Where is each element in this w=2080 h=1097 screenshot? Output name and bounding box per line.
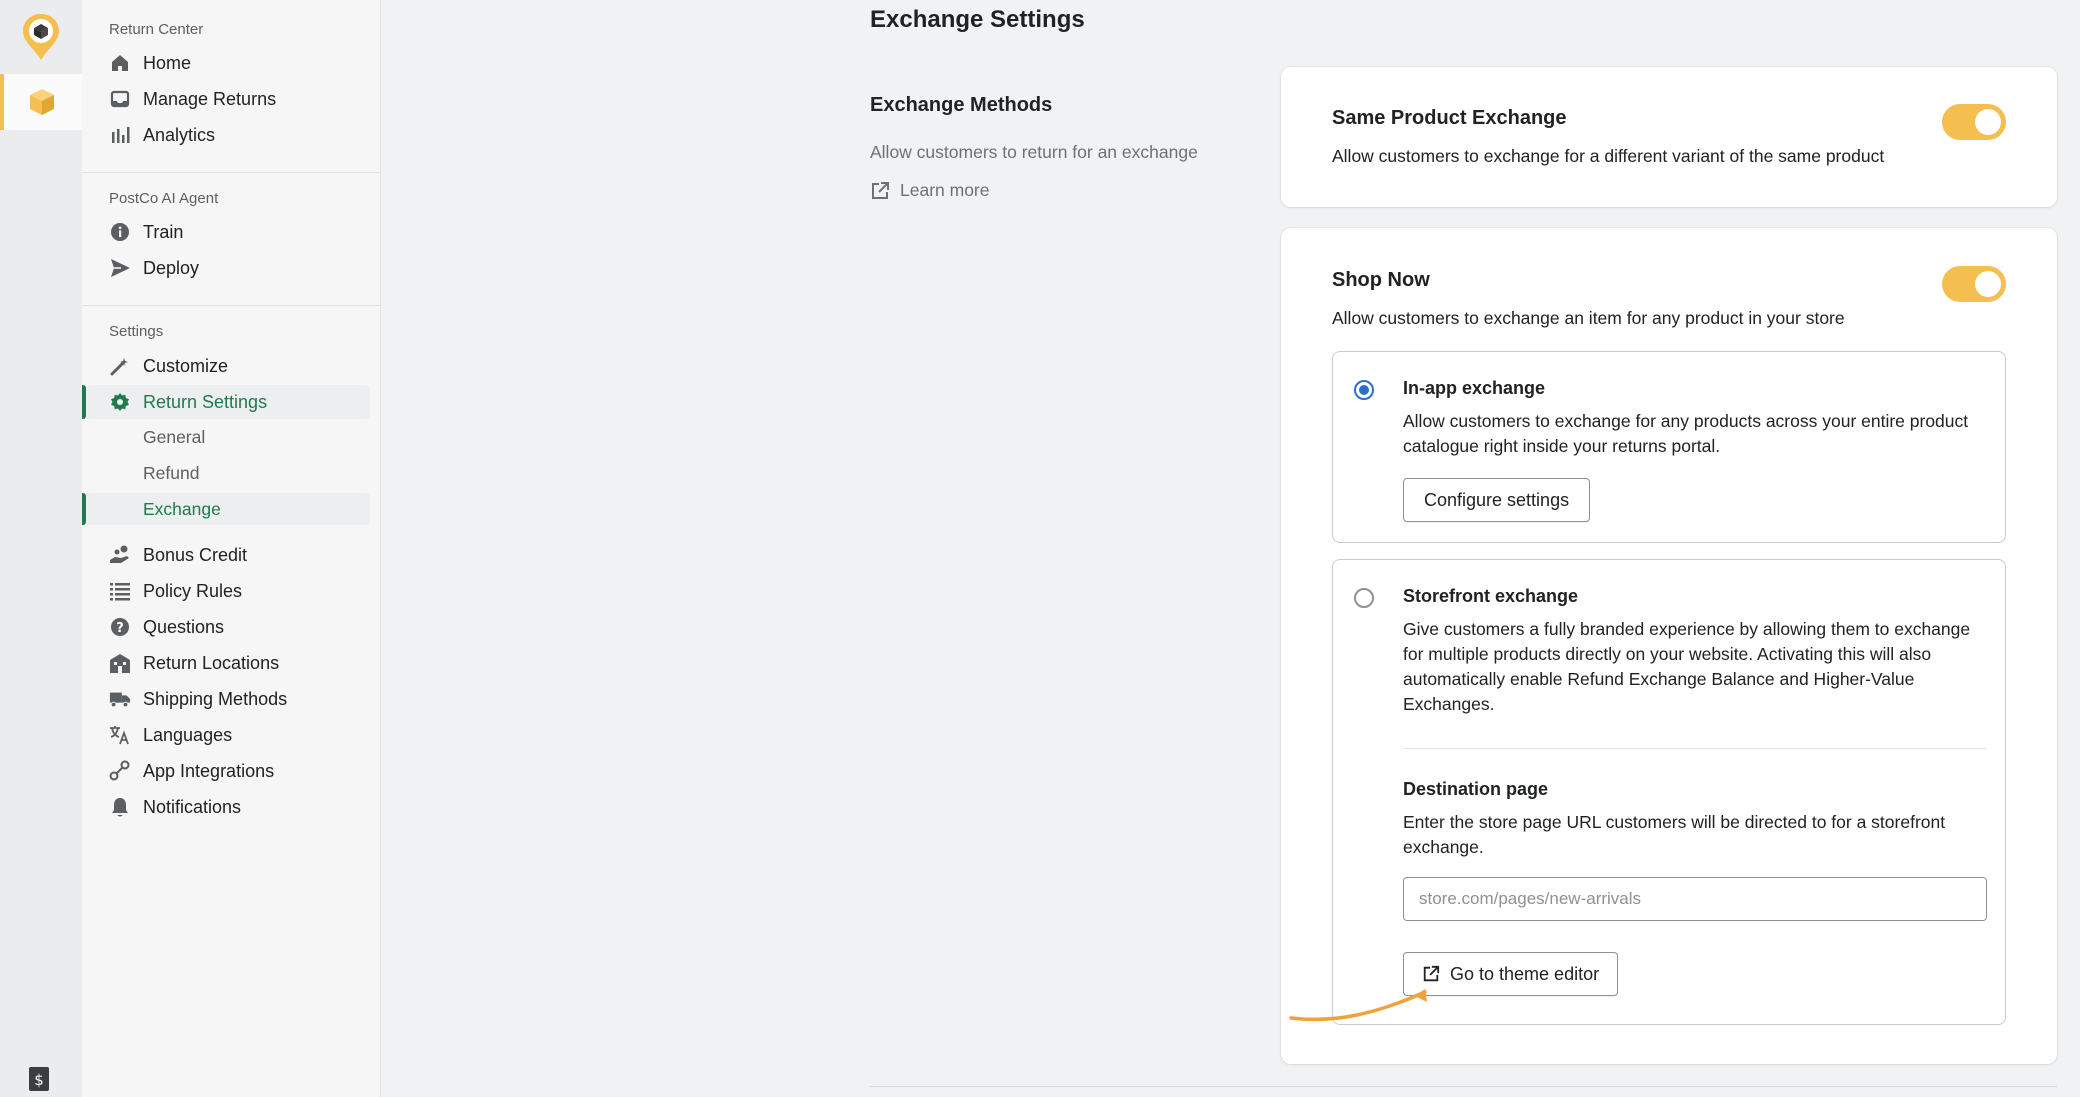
shop-now-toggle[interactable] xyxy=(1942,266,2006,302)
sidebar-subitem-refund[interactable]: Refund xyxy=(86,457,370,489)
sidebar-item-label: Policy Rules xyxy=(143,580,243,601)
sidebar: Return Center Home Manage Returns Analyt… xyxy=(82,0,381,1097)
coins-icon xyxy=(109,544,131,566)
external-link-icon xyxy=(1423,965,1440,982)
same-product-toggle[interactable] xyxy=(1942,104,2006,140)
sidebar-subitem-general[interactable]: General xyxy=(86,421,370,453)
bar-chart-icon xyxy=(109,124,131,146)
section-heading: Exchange Methods xyxy=(870,94,1053,116)
sidebar-item-questions[interactable]: ? Questions xyxy=(82,610,380,644)
sidebar-item-label: Shipping Methods xyxy=(143,688,288,709)
info-icon xyxy=(109,221,131,243)
sidebar-item-train[interactable]: Train xyxy=(82,215,380,249)
section-title-return-center: Return Center xyxy=(109,21,204,38)
go-to-theme-editor-button[interactable]: Go to theme editor xyxy=(1403,952,1619,996)
card-description: Allow customers to exchange an item for … xyxy=(1332,308,1845,328)
sidebar-item-languages[interactable]: Languages xyxy=(82,718,380,752)
sidebar-item-label: Bonus Credit xyxy=(143,544,248,565)
rail-item-returns[interactable] xyxy=(0,74,82,130)
sidebar-item-label: Languages xyxy=(143,724,233,745)
sidebar-item-label: Manage Returns xyxy=(143,88,277,109)
section-title-settings: Settings xyxy=(109,323,164,340)
svg-text:$: $ xyxy=(34,1071,44,1089)
sidebar-item-label: Train xyxy=(143,221,184,242)
sidebar-item-app-integrations[interactable]: App Integrations xyxy=(82,754,380,788)
sidebar-item-manage-returns[interactable]: Manage Returns xyxy=(82,82,380,116)
inbox-icon xyxy=(109,88,131,110)
same-product-exchange-card: Same Product Exchange Allow customers to… xyxy=(1281,67,2057,207)
section-description: Allow customers to return for an exchang… xyxy=(870,142,1198,162)
building-icon xyxy=(109,652,131,674)
sidebar-item-home[interactable]: Home xyxy=(82,46,380,80)
box-icon xyxy=(30,89,54,115)
option-description: Allow customers to exchange for any prod… xyxy=(1403,411,1969,456)
page-divider xyxy=(870,1086,2057,1087)
sidebar-subitem-exchange[interactable]: Exchange xyxy=(86,493,370,525)
option-divider xyxy=(1403,748,1987,749)
destination-url-input[interactable] xyxy=(1403,877,1987,921)
sidebar-item-notifications[interactable]: Notifications xyxy=(82,790,380,824)
sidebar-item-customize[interactable]: Customize xyxy=(82,349,380,383)
destination-page-description: Enter the store page URL customers will … xyxy=(1403,812,1946,857)
sidebar-divider xyxy=(82,305,380,306)
home-icon xyxy=(109,52,131,74)
question-icon: ? xyxy=(109,616,131,638)
svg-text:?: ? xyxy=(116,621,124,636)
card-description: Allow customers to exchange for a differ… xyxy=(1332,146,1885,166)
annotation-arrow-icon xyxy=(1289,989,1427,1022)
storefront-exchange-radio[interactable] xyxy=(1354,588,1374,608)
in-app-exchange-radio[interactable] xyxy=(1354,380,1374,400)
shop-now-card: Shop Now Allow customers to exchange an … xyxy=(1281,228,2057,1064)
send-icon xyxy=(109,257,131,279)
sidebar-item-return-settings[interactable]: Return Settings xyxy=(86,385,370,419)
section-title-ai-agent: PostCo AI Agent xyxy=(109,190,219,207)
sidebar-divider xyxy=(82,172,380,173)
configure-settings-button[interactable]: Configure settings xyxy=(1403,478,1591,522)
sidebar-item-return-locations[interactable]: Return Locations xyxy=(82,646,380,680)
sidebar-item-label: Home xyxy=(143,52,192,73)
gear-icon xyxy=(109,391,131,413)
translate-icon xyxy=(109,724,131,746)
sidebar-item-shipping-methods[interactable]: Shipping Methods xyxy=(82,682,380,716)
bell-icon xyxy=(109,796,131,818)
magic-wand-icon xyxy=(109,355,131,377)
integration-icon xyxy=(109,760,131,782)
sidebar-item-label: App Integrations xyxy=(143,760,275,781)
destination-page-title: Destination page xyxy=(1403,779,1549,799)
billing-icon[interactable]: $ xyxy=(28,1066,54,1094)
option-description: Give customers a fully branded experienc… xyxy=(1403,619,1971,714)
sidebar-item-label: Deploy xyxy=(143,257,200,278)
sidebar-item-label: Notifications xyxy=(143,796,242,817)
sidebar-item-label: Customize xyxy=(143,355,229,376)
option-title: Storefront exchange xyxy=(1403,586,1579,606)
list-icon xyxy=(109,580,131,602)
card-title: Shop Now xyxy=(1332,269,1430,291)
sidebar-item-bonus-credit[interactable]: Bonus Credit xyxy=(82,538,380,572)
sidebar-item-label: Analytics xyxy=(143,124,216,145)
truck-icon xyxy=(109,688,131,710)
card-title: Same Product Exchange xyxy=(1332,107,1567,129)
sidebar-item-label: Return Settings xyxy=(143,391,268,412)
external-link-icon xyxy=(872,181,889,199)
learn-more-label: Learn more xyxy=(900,180,990,200)
sidebar-item-deploy[interactable]: Deploy xyxy=(82,251,380,285)
learn-more-link[interactable]: Learn more xyxy=(870,180,990,201)
sidebar-item-label: Questions xyxy=(143,616,225,637)
postco-logo-icon[interactable] xyxy=(20,12,62,62)
storefront-exchange-option[interactable]: Storefront exchange Give customers a ful… xyxy=(1332,559,2006,1025)
app-rail: $ xyxy=(0,0,83,1097)
in-app-exchange-option[interactable]: In-app exchange Allow customers to excha… xyxy=(1332,351,2006,543)
button-label: Go to theme editor xyxy=(1450,963,1600,984)
sidebar-item-policy-rules[interactable]: Policy Rules xyxy=(82,574,380,608)
sidebar-item-label: Return Locations xyxy=(143,652,280,673)
sidebar-item-analytics[interactable]: Analytics xyxy=(82,118,380,152)
option-title: In-app exchange xyxy=(1403,378,1546,398)
page-title: Exchange Settings xyxy=(870,6,1085,33)
